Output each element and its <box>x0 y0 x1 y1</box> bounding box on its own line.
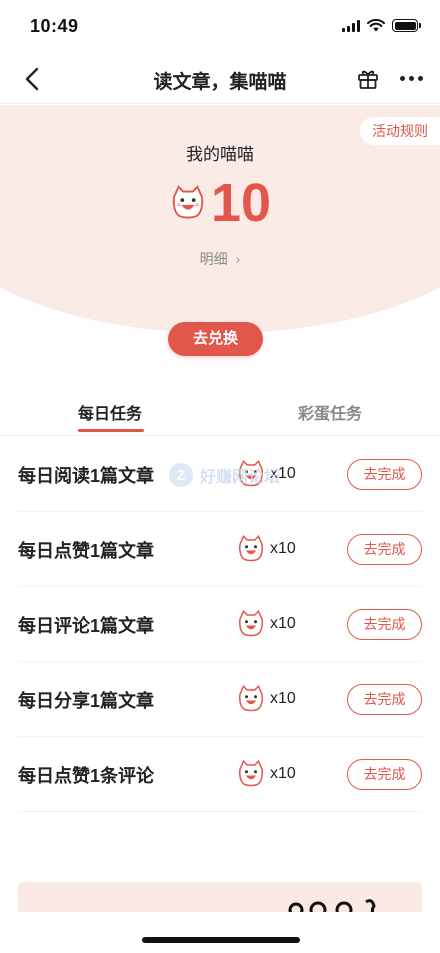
task-title: 每日点赞1条评论 <box>18 766 155 786</box>
task-title: 每日分享1篇文章 <box>18 691 155 711</box>
task-row: 每日分享1篇文章 x10 去完成 <box>18 662 422 737</box>
active-tab-indicator <box>78 429 144 432</box>
task-row: 每日点赞1条评论 x10 去完成 <box>18 737 422 812</box>
redeem-button[interactable]: 去兑换 <box>168 322 263 356</box>
balance-card: 活动规则 我的喵喵 10 明细 › <box>0 105 440 333</box>
watermark-text: 好赚网论坛 <box>200 469 281 486</box>
balance-count: 10 <box>0 171 440 235</box>
reward-amount: x10 <box>270 765 296 782</box>
complete-task-button[interactable]: 去完成 <box>347 534 422 565</box>
complete-task-button[interactable]: 去完成 <box>347 759 422 790</box>
watermark-logo-icon: Z <box>169 463 193 487</box>
task-reward: x10 <box>236 684 296 714</box>
complete-task-button[interactable]: 去完成 <box>347 609 422 640</box>
status-icons <box>342 19 421 32</box>
task-row: 每日点赞1篇文章 x10 去完成 <box>18 512 422 587</box>
task-reward: x10 <box>236 609 296 639</box>
task-title: 每日阅读1篇文章 <box>18 466 155 486</box>
balance-label: 我的喵喵 <box>186 145 254 164</box>
detail-link[interactable]: 明细 › <box>0 249 440 269</box>
cat-coin-icon <box>172 185 204 219</box>
task-list: 每日阅读1篇文章 x10 去完成 每日点赞1篇文章 x10 去完成 每日评论1篇… <box>18 437 422 812</box>
balance-value: 10 <box>210 173 272 233</box>
svg-text:Z: Z <box>177 467 186 483</box>
signal-icon <box>342 19 360 32</box>
nav-bar: 读文章，集喵喵 <box>0 54 440 104</box>
tab-daily-tasks[interactable]: 每日任务 <box>78 400 142 424</box>
reward-amount: x10 <box>270 540 296 557</box>
cat-coin-icon <box>239 759 263 787</box>
status-bar: 10:49 <box>0 0 440 54</box>
reward-amount: x10 <box>270 690 296 707</box>
detail-label: 明细 <box>199 251 228 267</box>
battery-icon <box>392 19 421 32</box>
gift-icon[interactable] <box>356 66 380 90</box>
cat-coin-icon <box>239 534 263 562</box>
task-reward: x10 <box>236 759 296 789</box>
cat-coin-icon <box>239 609 263 637</box>
task-title: 每日点赞1篇文章 <box>18 541 155 561</box>
reward-amount: x10 <box>270 615 296 632</box>
bottom-safe-area <box>0 912 440 953</box>
wifi-icon <box>367 19 385 32</box>
chevron-right-icon: › <box>235 251 241 267</box>
task-title: 每日评论1篇文章 <box>18 616 155 636</box>
task-reward: x10 <box>236 534 296 564</box>
home-indicator[interactable] <box>142 937 300 943</box>
task-row: 每日评论1篇文章 x10 去完成 <box>18 587 422 662</box>
cat-coin-icon <box>239 684 263 712</box>
tab-easter-egg-tasks[interactable]: 彩蛋任务 <box>298 400 362 424</box>
watermark: Z 好赚网论坛 <box>168 462 280 488</box>
more-icon[interactable] <box>394 66 428 90</box>
complete-task-button[interactable]: 去完成 <box>347 459 422 490</box>
complete-task-button[interactable]: 去完成 <box>347 684 422 715</box>
task-tabs: 每日任务 彩蛋任务 <box>0 392 440 436</box>
status-time: 10:49 <box>30 16 79 36</box>
